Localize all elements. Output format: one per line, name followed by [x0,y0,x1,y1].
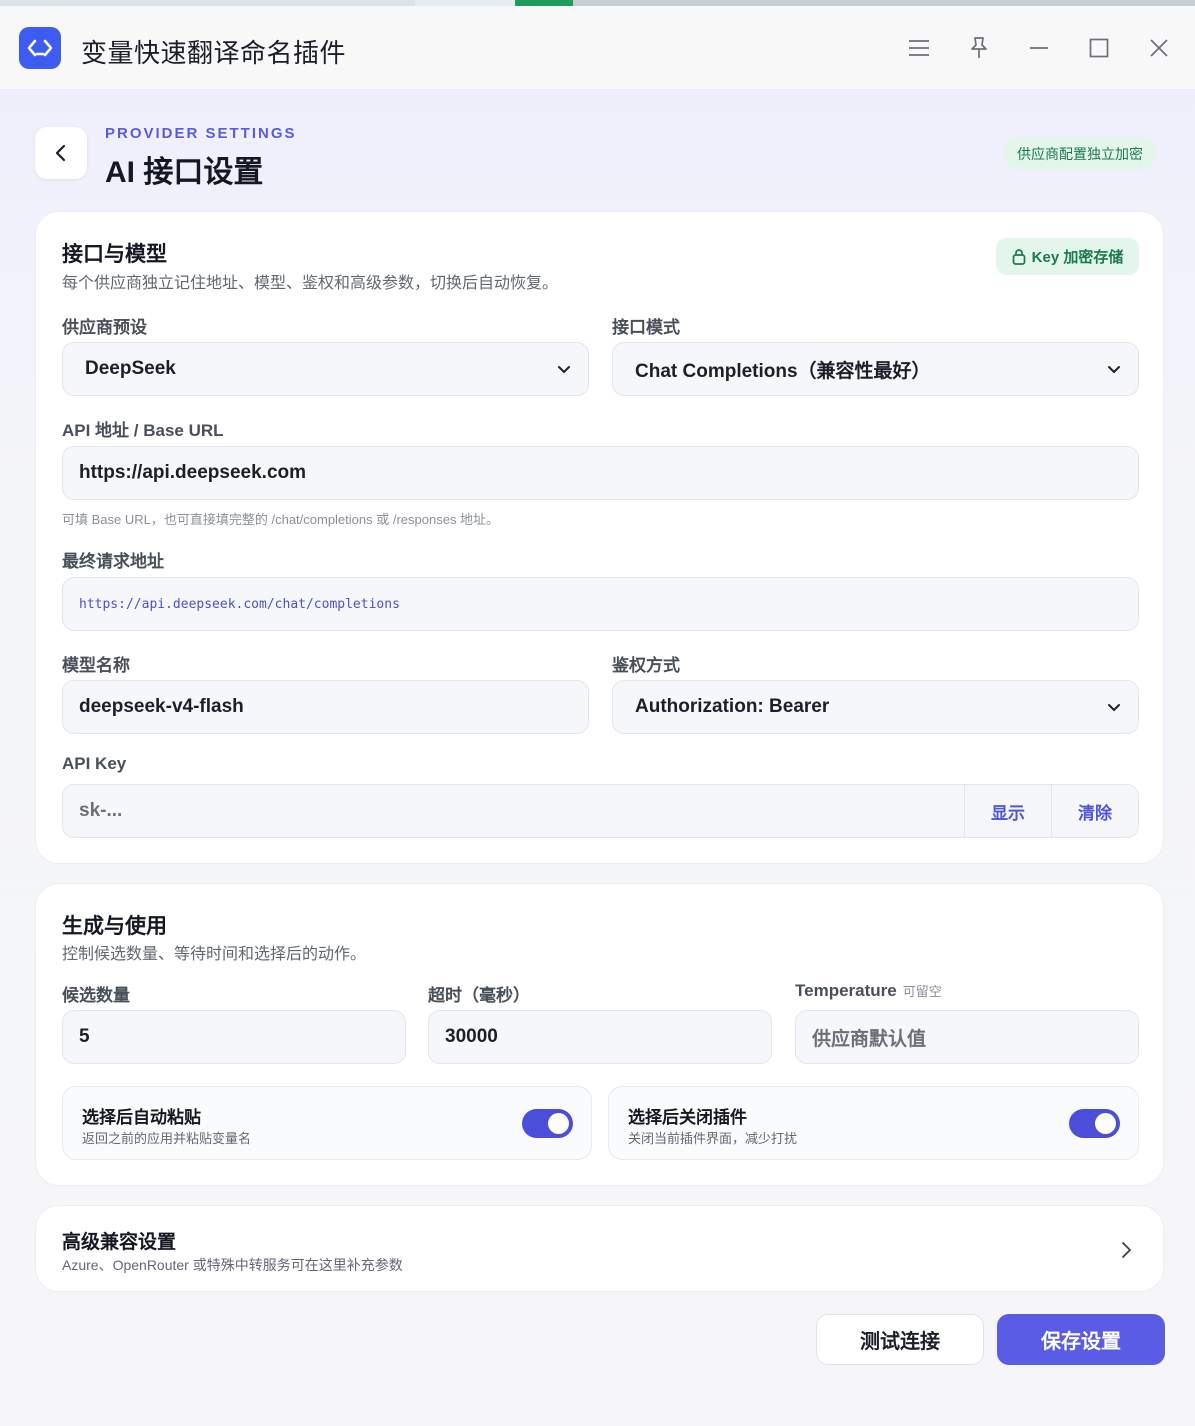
count-label: 候选数量 [62,986,130,1005]
save-settings-button[interactable]: 保存设置 [997,1314,1165,1365]
count-input[interactable]: 5 [62,1010,406,1064]
mode-select[interactable]: Chat Completions（兼容性最好） [612,342,1139,396]
menu-icon[interactable] [904,33,934,63]
temperature-label: Temperature 可留空 [795,981,942,1001]
clear-key-button[interactable]: 清除 [1051,785,1138,837]
lock-icon [1012,249,1026,265]
final-url-label: 最终请求地址 [62,552,164,571]
toggle-knob [548,1113,569,1134]
advanced-title: 高级兼容设置 [62,1232,177,1253]
app-logo-icon [19,27,61,69]
mode-value: Chat Completions（兼容性最好） [635,360,931,382]
title-bar: 变量快速翻译命名插件 [0,6,1195,90]
optional-hint: 可留空 [902,984,942,999]
api-key-input[interactable]: sk-... [63,785,964,837]
interface-model-card: 接口与模型 每个供应商独立记住地址、模型、鉴权和高级参数，切换后自动恢复。 Ke… [35,211,1164,864]
advanced-settings-row[interactable]: 高级兼容设置 Azure、OpenRouter 或特殊中转服务可在这里补充参数 [35,1205,1164,1292]
test-connection-button[interactable]: 测试连接 [816,1314,984,1365]
back-button[interactable] [35,127,87,179]
section-subtitle: 控制候选数量、等待时间和选择后的动作。 [62,946,367,963]
provider-label: 供应商预设 [62,318,147,337]
base-url-input[interactable]: https://api.deepseek.com [62,446,1139,500]
page-eyebrow: PROVIDER SETTINGS [105,125,297,142]
auto-paste-option: 选择后自动粘贴 返回之前的应用并粘贴变量名 [62,1086,592,1160]
close-after-option: 选择后关闭插件 关闭当前插件界面，减少打扰 [608,1086,1139,1160]
provider-value: DeepSeek [85,358,176,379]
settings-page: PROVIDER SETTINGS AI 接口设置 供应商配置独立加密 接口与模… [0,90,1195,1426]
key-encrypted-badge: Key 加密存储 [996,238,1139,275]
maximize-icon[interactable] [1084,33,1114,63]
api-key-group: sk-... 显示 清除 [62,784,1139,838]
temperature-input[interactable]: 供应商默认值 [795,1010,1139,1064]
option-subtitle: 返回之前的应用并粘贴变量名 [82,1131,252,1146]
chevron-down-icon [558,366,570,374]
chevron-down-icon [1108,366,1120,374]
timeout-label: 超时（毫秒） [428,986,530,1005]
model-label: 模型名称 [62,656,130,675]
close-after-toggle[interactable] [1069,1109,1120,1138]
show-key-button[interactable]: 显示 [964,785,1051,837]
model-input[interactable]: deepseek-v4-flash [62,680,589,734]
final-url-display: https://api.deepseek.com/chat/completion… [62,577,1139,631]
timeout-input[interactable]: 30000 [428,1010,772,1064]
auto-paste-toggle[interactable] [522,1109,573,1138]
generation-card: 生成与使用 控制候选数量、等待时间和选择后的动作。 候选数量 5 超时（毫秒） … [35,883,1164,1186]
toggle-knob [1095,1113,1116,1134]
encryption-badge: 供应商配置独立加密 [1003,137,1157,171]
option-title: 选择后关闭插件 [628,1108,747,1127]
chevron-left-icon [55,144,66,162]
option-title: 选择后自动粘贴 [82,1108,201,1127]
page-title: AI 接口设置 [105,156,264,189]
section-title: 接口与模型 [62,243,167,266]
chevron-right-icon [1122,1242,1131,1258]
base-url-label: API 地址 / Base URL [62,421,224,440]
provider-select[interactable]: DeepSeek [62,342,589,396]
pin-icon[interactable] [964,33,994,63]
minimize-icon[interactable] [1024,33,1054,63]
auth-select[interactable]: Authorization: Bearer [612,680,1139,734]
key-encrypted-label: Key 加密存储 [1031,249,1124,266]
app-title: 变量快速翻译命名插件 [81,38,347,68]
temperature-label-text: Temperature [795,981,897,1000]
auth-value: Authorization: Bearer [635,696,830,717]
section-title: 生成与使用 [62,915,167,938]
chevron-down-icon [1108,704,1120,712]
close-icon[interactable] [1144,33,1174,63]
base-url-hint: 可填 Base URL，也可直接填完整的 /chat/completions 或… [62,512,500,527]
mode-label: 接口模式 [612,318,680,337]
auth-label: 鉴权方式 [612,656,680,675]
section-subtitle: 每个供应商独立记住地址、模型、鉴权和高级参数，切换后自动恢复。 [62,275,559,292]
api-key-label: API Key [62,754,127,773]
temperature-placeholder: 供应商默认值 [812,1028,927,1050]
option-subtitle: 关闭当前插件界面，减少打扰 [628,1131,798,1146]
advanced-subtitle: Azure、OpenRouter 或特殊中转服务可在这里补充参数 [62,1257,403,1273]
